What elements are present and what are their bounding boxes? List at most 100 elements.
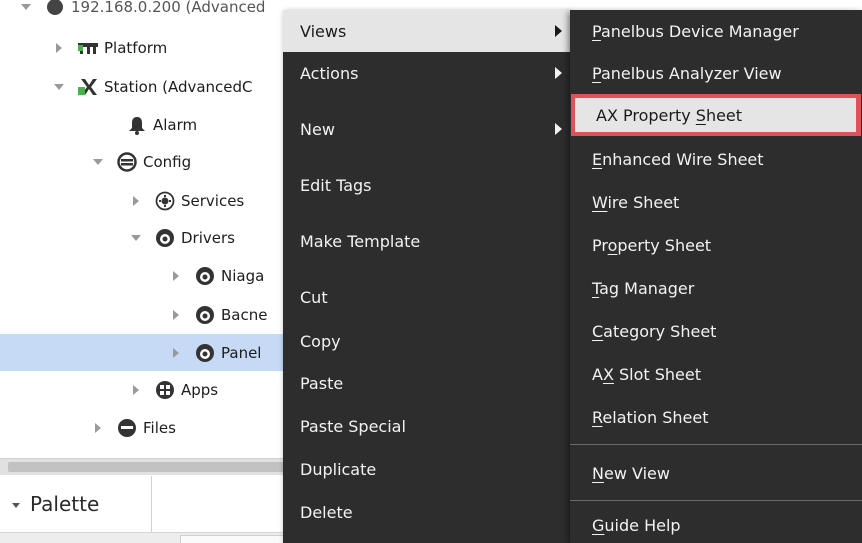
network-icon (194, 343, 216, 363)
expand-toggle[interactable] (168, 345, 184, 361)
tree-node-bacnet-network[interactable]: Bacne (0, 298, 290, 332)
tree-node-services[interactable]: Services (0, 184, 290, 218)
menu-separator (570, 444, 862, 445)
view-item-enhanced-wire-sheet[interactable]: Enhanced Wire Sheet (570, 138, 862, 180)
menu-item-label: Cut (300, 287, 328, 307)
view-item-tag-manager[interactable]: Tag Manager (570, 267, 862, 309)
view-item-label: Panelbus Analyzer View (592, 63, 782, 83)
views-submenu: Panelbus Device Manager Panelbus Analyze… (570, 10, 862, 543)
tree-node-label: Files (143, 419, 176, 437)
menu-item-label: Views (300, 21, 347, 41)
view-item-label: Guide Help (592, 515, 681, 535)
view-item-label: New View (592, 463, 670, 483)
menu-item-label: Copy (300, 331, 341, 351)
tree-node-panelbus-network[interactable]: Panel (0, 334, 290, 371)
palette-title: Palette (30, 492, 100, 516)
view-item-label: Enhanced Wire Sheet (592, 149, 764, 169)
expand-toggle[interactable] (51, 40, 67, 56)
view-item-relation-sheet[interactable]: Relation Sheet (570, 396, 862, 438)
view-item-panelbus-device-manager[interactable]: Panelbus Device Manager (570, 10, 862, 52)
tree-horizontal-scrollbar[interactable] (0, 458, 290, 475)
submenu-arrow-icon (555, 123, 562, 135)
menu-item-delete[interactable]: Delete (283, 491, 570, 533)
view-item-wire-sheet[interactable]: Wire Sheet (570, 181, 862, 223)
menu-item-label: Delete (300, 502, 353, 522)
nav-tree: 192.168.0.200 (Advanced Platform Station… (0, 0, 290, 458)
platform-icon (77, 38, 99, 58)
files-icon (116, 418, 138, 438)
expand-toggle[interactable] (90, 420, 106, 436)
tree-node-station[interactable]: Station (AdvancedC (0, 70, 290, 104)
tree-node-niagara-network[interactable]: Niaga (0, 259, 290, 293)
scrollbar-thumb[interactable] (8, 462, 286, 472)
tree-node-label: Apps (181, 381, 219, 399)
view-item-ax-slot-sheet[interactable]: AX Slot Sheet (570, 353, 862, 395)
expand-toggle[interactable] (18, 0, 34, 15)
menu-item-label: Paste Special (300, 416, 406, 436)
apps-icon (154, 380, 176, 400)
database-icon (116, 152, 138, 172)
palette-header[interactable]: Palette (0, 476, 152, 532)
tree-node-files[interactable]: Files (0, 411, 290, 445)
menu-item-edit-tags[interactable]: Edit Tags (283, 164, 570, 206)
tree-node-label: 192.168.0.200 (Advanced (71, 0, 266, 16)
tree-node-label: Config (143, 153, 192, 171)
view-item-new-view[interactable]: New View (570, 452, 862, 494)
bell-icon (126, 115, 148, 135)
tree-node-apps[interactable]: Apps (0, 373, 290, 407)
menu-separator (570, 500, 862, 501)
tree-node-host[interactable]: 192.168.0.200 (Advanced (0, 0, 290, 24)
menu-item-cut[interactable]: Cut (283, 276, 570, 318)
view-item-property-sheet[interactable]: Property Sheet (570, 224, 862, 266)
collapse-caret-icon[interactable] (12, 503, 20, 508)
driver-icon (154, 228, 176, 248)
view-item-label: Property Sheet (592, 235, 712, 255)
menu-item-label: Paste (300, 373, 344, 393)
menu-item-views[interactable]: Views (283, 10, 570, 52)
view-item-label: AX Slot Sheet (592, 364, 702, 384)
tree-node-label: Bacne (221, 306, 268, 324)
view-item-category-sheet[interactable]: Category Sheet (570, 310, 862, 352)
menu-item-paste-special[interactable]: Paste Special (283, 405, 570, 447)
view-item-label: Relation Sheet (592, 407, 709, 427)
expand-toggle[interactable] (90, 154, 106, 170)
menu-item-paste[interactable]: Paste (283, 362, 570, 404)
view-item-label: Panelbus Device Manager (592, 21, 799, 41)
view-item-panelbus-analyzer-view[interactable]: Panelbus Analyzer View (570, 52, 862, 94)
expand-toggle[interactable] (128, 230, 144, 246)
view-item-guide-help[interactable]: Guide Help (570, 507, 862, 543)
menu-item-label: Make Template (300, 231, 421, 251)
network-icon (194, 266, 216, 286)
tree-node-label: Niaga (221, 267, 265, 285)
expand-toggle[interactable] (51, 79, 67, 95)
tree-node-alarm[interactable]: Alarm (0, 108, 290, 142)
tree-node-platform[interactable]: Platform (0, 31, 290, 65)
tree-node-label: Panel (221, 343, 262, 362)
menu-item-actions[interactable]: Actions (283, 52, 570, 94)
expand-toggle[interactable] (168, 268, 184, 284)
palette-field[interactable] (180, 535, 285, 543)
view-item-ax-property-sheet[interactable]: AX Property Sheet (571, 94, 861, 136)
tree-node-label: Services (181, 192, 245, 210)
tree-node-label: Drivers (181, 229, 235, 247)
submenu-arrow-icon (555, 25, 562, 37)
tree-node-drivers[interactable]: Drivers (0, 221, 290, 255)
view-item-label: Wire Sheet (592, 192, 680, 212)
menu-item-label: Duplicate (300, 459, 377, 479)
tree-node-config[interactable]: Config (0, 145, 290, 179)
menu-item-new[interactable]: New (283, 108, 570, 150)
menu-item-label: Actions (300, 63, 359, 83)
tree-node-label: Alarm (153, 116, 198, 134)
expand-toggle[interactable] (128, 382, 144, 398)
network-icon (194, 305, 216, 325)
menu-item-make-template[interactable]: Make Template (283, 220, 570, 262)
view-item-label: Category Sheet (592, 321, 717, 341)
menu-item-duplicate[interactable]: Duplicate (283, 448, 570, 490)
menu-item-label: Edit Tags (300, 175, 372, 195)
expand-toggle[interactable] (168, 307, 184, 323)
menu-item-copy[interactable]: Copy (283, 320, 570, 362)
view-item-label: AX Property Sheet (596, 105, 743, 125)
menu-item-label: New (300, 119, 335, 139)
expand-toggle[interactable] (128, 193, 144, 209)
tree-node-label: Platform (104, 39, 168, 57)
